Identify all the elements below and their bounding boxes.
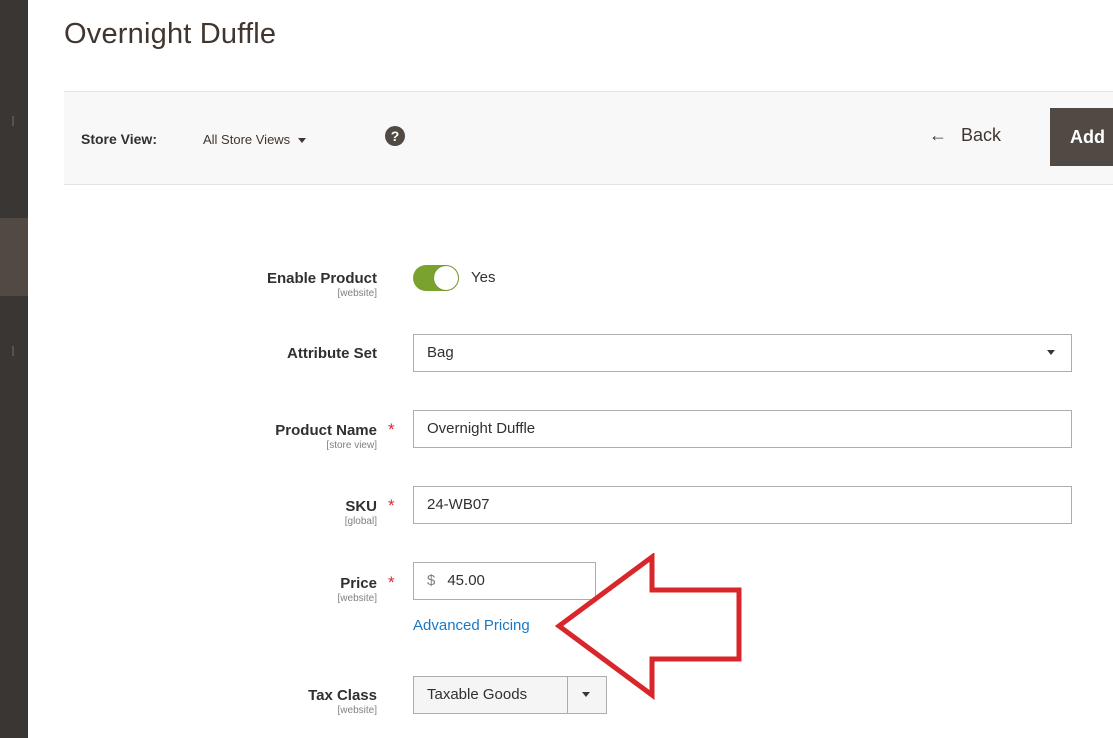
add-button[interactable]: Add: [1050, 108, 1113, 166]
sku-label-text: SKU: [345, 498, 377, 515]
store-view-value: All Store Views: [203, 132, 291, 147]
enable-product-toggle[interactable]: [413, 265, 459, 291]
store-view-label: Store View:: [81, 131, 157, 147]
caret-down-icon: [298, 138, 307, 144]
enable-product-scope: [website]: [337, 288, 377, 299]
product-name-value: Overnight Duffle: [427, 420, 536, 437]
page-actions-bar: Store View: All Store Views ? ← Back Add: [64, 91, 1113, 185]
sku-scope: [global]: [344, 516, 377, 527]
required-asterisk: *: [388, 496, 395, 515]
back-button-label: Back: [961, 125, 1002, 145]
tax-class-value: Taxable Goods: [427, 686, 528, 703]
tax-class-scope: [website]: [337, 705, 377, 716]
currency-symbol: $: [427, 572, 436, 589]
product-name-label-text: Product Name: [275, 422, 377, 439]
store-view-switcher[interactable]: All Store Views: [203, 132, 307, 147]
help-icon[interactable]: ?: [385, 126, 405, 146]
attribute-set-value: Bag: [427, 344, 454, 361]
price-label: Price [website]: [177, 575, 377, 604]
tax-class-label: Tax Class [website]: [177, 687, 377, 716]
sku-label: SKU [global]: [177, 498, 377, 527]
sku-input[interactable]: 24-WB07: [413, 486, 1072, 524]
price-label-text: Price: [340, 575, 377, 592]
enable-product-state: Yes: [471, 269, 496, 286]
enable-product-label: Enable Product [website]: [177, 270, 377, 299]
sku-value: 24-WB07: [427, 496, 490, 513]
product-name-input[interactable]: Overnight Duffle: [413, 410, 1072, 448]
enable-product-label-text: Enable Product: [266, 270, 377, 287]
sidebar-edge-mark: [6, 346, 14, 356]
price-scope: [website]: [337, 593, 377, 604]
page-title: Overnight Duffle: [64, 18, 277, 50]
toggle-knob: [434, 266, 458, 290]
attribute-set-label: Attribute Set: [177, 345, 377, 362]
tax-class-label-text: Tax Class: [308, 687, 377, 704]
attribute-set-label-text: Attribute Set: [287, 345, 377, 362]
price-value: 45.00: [447, 572, 485, 589]
attribute-set-dropdown-button[interactable]: [1033, 335, 1071, 371]
product-name-scope: [store view]: [326, 440, 377, 451]
required-asterisk: *: [388, 573, 395, 592]
admin-sidebar: [0, 0, 28, 738]
advanced-pricing-link[interactable]: Advanced Pricing: [413, 617, 530, 634]
caret-down-icon: [1047, 350, 1055, 355]
arrow-left-icon: ←: [929, 125, 947, 145]
product-name-label: Product Name [store view]: [177, 422, 377, 451]
back-button[interactable]: ← Back: [929, 125, 1001, 146]
attribute-set-select[interactable]: Bag: [413, 334, 1072, 372]
required-asterisk: *: [388, 420, 395, 439]
sidebar-active-item[interactable]: [0, 218, 28, 296]
sidebar-edge-mark: [6, 116, 14, 126]
annotation-arrow-icon: [555, 553, 742, 700]
